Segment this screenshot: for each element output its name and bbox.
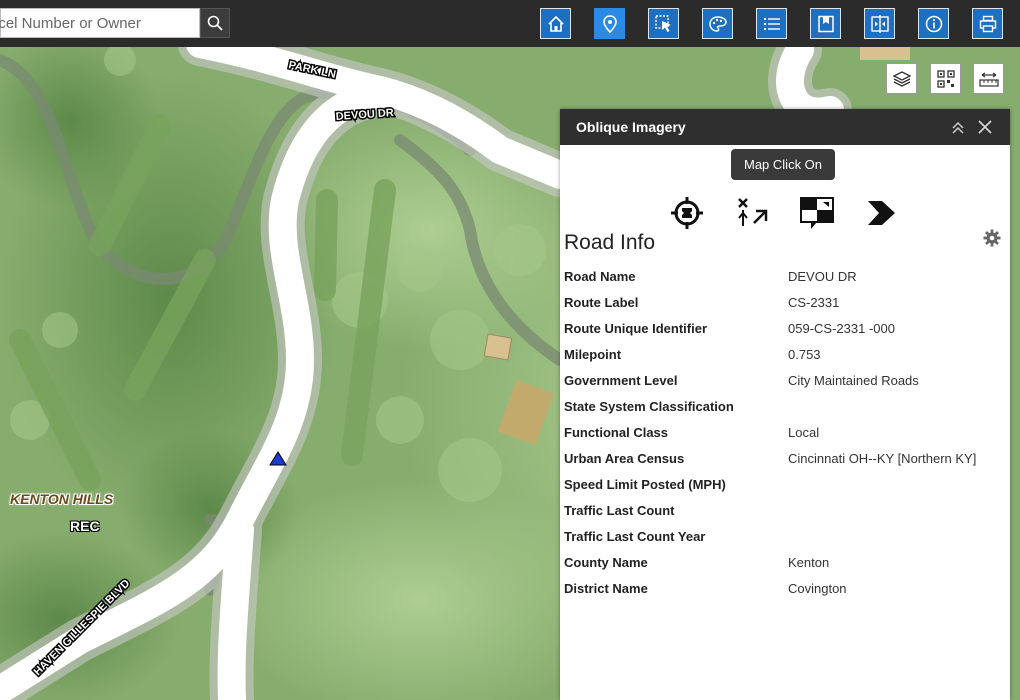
- info-button[interactable]: [918, 8, 949, 39]
- attribute-row: Milepoint 0.753: [564, 341, 1004, 367]
- attribute-row: Government Level City Maintained Roads: [564, 367, 1004, 393]
- close-icon: [978, 120, 992, 134]
- measure-ruler-icon: [978, 72, 999, 87]
- location-button[interactable]: [594, 8, 625, 39]
- swipe-compare-icon: [870, 14, 889, 33]
- grid-qr-icon: [936, 69, 955, 88]
- search-box[interactable]: [0, 8, 200, 38]
- next-direction-button[interactable]: [863, 196, 899, 230]
- attribute-label: Functional Class: [564, 424, 669, 440]
- attribute-label: Urban Area Census: [564, 450, 685, 466]
- attribute-row: Traffic Last Count Year: [564, 523, 1004, 549]
- attribute-row: Traffic Last Count: [564, 497, 1004, 523]
- collapse-panel-button[interactable]: [949, 118, 967, 136]
- attribute-value: City Maintained Roads: [788, 372, 919, 388]
- settings-button[interactable]: [983, 229, 1001, 247]
- location-pin-icon: [602, 14, 617, 33]
- attribute-label: State System Classification: [564, 398, 734, 414]
- attribute-value: CS-2331: [788, 294, 840, 310]
- measure-button[interactable]: [973, 63, 1004, 94]
- layer-list-button[interactable]: [756, 8, 787, 39]
- place-label-rec: REC: [70, 518, 100, 534]
- layers-button[interactable]: [886, 63, 917, 94]
- attribute-value: DEVOU DR: [788, 268, 857, 284]
- attribute-row: Speed Limit Posted (MPH): [564, 471, 1004, 497]
- place-label-kenton-hills: KENTON HILLS: [10, 491, 114, 507]
- attribute-value: [788, 523, 1004, 549]
- select-tool-button[interactable]: [648, 8, 679, 39]
- search-input[interactable]: [0, 9, 173, 37]
- attribute-value: 0.753: [788, 346, 821, 362]
- attribute-row: Road Name DEVOU DR: [564, 263, 1004, 289]
- attribute-row: Route Unique Identifier 059-CS-2331 -000: [564, 315, 1004, 341]
- attribute-value: [788, 471, 1004, 497]
- home-icon: [547, 15, 564, 32]
- attribute-label: District Name: [564, 580, 648, 596]
- attribute-value: 059-CS-2331 -000: [788, 320, 895, 336]
- attribute-row: State System Classification: [564, 393, 1004, 419]
- map-click-target-button[interactable]: [669, 196, 705, 230]
- close-panel-button[interactable]: [976, 118, 994, 136]
- top-toolbar: [0, 0, 1020, 47]
- map-click-tooltip: Map Click On: [731, 149, 836, 180]
- print-button[interactable]: [972, 8, 1003, 39]
- attribute-label: County Name: [564, 554, 648, 570]
- attribute-row: County Name Kenton: [564, 549, 1004, 575]
- crosshair-target-icon: [671, 197, 703, 229]
- attribute-label: Route Unique Identifier: [564, 320, 707, 336]
- double-chevron-up-icon: [952, 121, 964, 134]
- search-icon: [207, 15, 223, 31]
- attribute-value: Kenton: [788, 554, 830, 570]
- panel-header: Oblique Imagery: [560, 109, 1010, 145]
- clear-selection-button[interactable]: [735, 196, 771, 230]
- clear-cursor-icon: [738, 198, 768, 226]
- attribute-label: Road Name: [564, 268, 636, 284]
- basemap-palette-icon: [708, 15, 727, 32]
- gear-icon: [983, 229, 1001, 247]
- attribute-label: Traffic Last Count Year: [564, 528, 706, 544]
- oblique-imagery-panel: Oblique Imagery Map Click On Road Info R…: [560, 109, 1010, 700]
- swipe-compare-button[interactable]: [864, 8, 895, 39]
- attribute-value: [788, 497, 1004, 523]
- attribute-value: [788, 393, 1004, 419]
- road-attributes-table: Road Name DEVOU DR Route Label CS-2331 Route…: [564, 263, 1004, 601]
- attribute-label: Route Label: [564, 294, 639, 310]
- attribute-row: Urban Area Census Cincinnati OH--KY [Nort…: [564, 445, 1004, 471]
- attribute-label: Traffic Last Count: [564, 502, 675, 518]
- info-icon: [925, 15, 942, 32]
- attribute-value: Local: [788, 424, 820, 440]
- attribute-value: Covington: [788, 580, 847, 596]
- attribute-row: District Name Covington: [564, 575, 1004, 601]
- list-icon: [763, 17, 780, 30]
- home-button[interactable]: [540, 8, 571, 39]
- bookmark-button[interactable]: [810, 8, 841, 39]
- qr-grid-button[interactable]: [930, 63, 961, 94]
- checkered-imagery-icon: [800, 197, 834, 229]
- basemap-button[interactable]: [702, 8, 733, 39]
- road-info-title: Road Info: [564, 231, 656, 254]
- print-icon: [979, 15, 996, 32]
- attribute-label: Milepoint: [564, 346, 622, 362]
- bookmark-icon: [817, 15, 834, 32]
- attribute-label: Government Level: [564, 372, 678, 388]
- attribute-value: Cincinnati OH--KY [Northern KY]: [788, 450, 977, 466]
- attribute-row: Functional Class Local: [564, 419, 1004, 445]
- attribute-row: Route Label CS-2331: [564, 289, 1004, 315]
- attribute-label: Speed Limit Posted (MPH): [564, 476, 726, 492]
- compare-imagery-button[interactable]: [799, 196, 835, 230]
- search-button[interactable]: [200, 8, 230, 38]
- panel-title: Oblique Imagery: [576, 119, 686, 135]
- layers-icon: [892, 70, 911, 87]
- select-tool-icon: [654, 14, 671, 32]
- chevron-arrow-right-icon: [868, 201, 895, 225]
